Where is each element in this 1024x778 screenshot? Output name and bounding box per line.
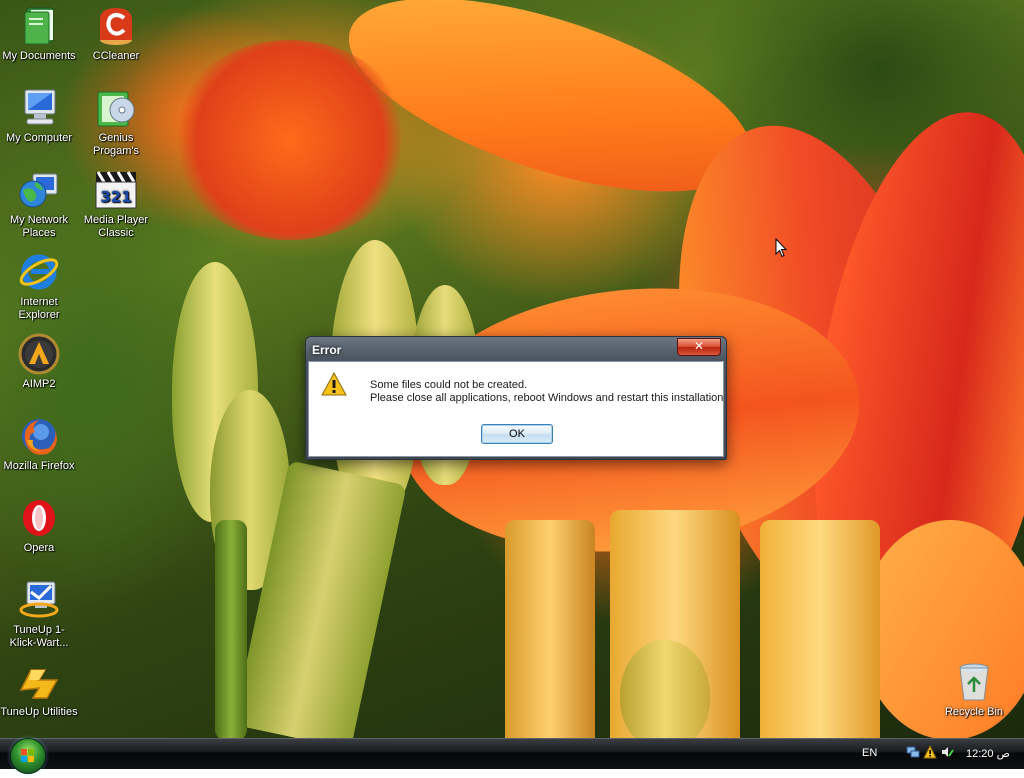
desktop-icon-label: Opera: [23, 542, 55, 554]
dialog-message-line-2: Please close all applications, reboot Wi…: [370, 392, 724, 404]
desktop-icon-opera[interactable]: Opera: [0, 496, 78, 555]
desktop-icon-mozilla-firefox[interactable]: Mozilla Firefox: [0, 414, 78, 473]
recycle-bin-icon: [952, 660, 996, 704]
desktop-icon-label: My Documents: [2, 50, 76, 62]
desktop-icon-tuneup-utilities[interactable]: TuneUp Utilities: [0, 660, 78, 719]
desktop-icon-tuneup-1-klick[interactable]: TuneUp 1-Klick-Wart...: [0, 578, 78, 650]
close-button[interactable]: ✕: [677, 338, 721, 356]
desktop-icon-label: Media Player Classic: [83, 214, 149, 239]
desktop-icon-aimp2[interactable]: AIMP2: [0, 332, 78, 391]
tuneup-wartung-icon: [17, 578, 61, 622]
system-tray: [906, 744, 954, 759]
clock[interactable]: 12:20 ص: [966, 747, 1010, 760]
warning-icon: [321, 371, 347, 396]
taskbar: EN 12:20 ص: [0, 738, 1024, 774]
dialog-message-line-1: Some files could not be created.: [370, 379, 528, 391]
desktop-icon-genius-programs[interactable]: Genius Progam's: [77, 86, 155, 158]
network-globe-icon: [17, 168, 61, 212]
tuneup-utilities-icon: [17, 660, 61, 704]
genius-program-icon: [94, 86, 138, 130]
desktop-icon-label: TuneUp 1-Klick-Wart...: [9, 624, 69, 649]
internet-explorer-icon: [17, 250, 61, 294]
desktop-icon-my-computer[interactable]: My Computer: [0, 86, 78, 145]
wallpaper-stamen: [760, 520, 880, 738]
firefox-icon: [17, 414, 61, 458]
wallpaper-petal: [170, 40, 410, 240]
opera-icon: [17, 496, 61, 540]
wallpaper-stamen: [505, 520, 595, 738]
volume-tray-icon[interactable]: [940, 745, 954, 759]
mouse-cursor-icon: [775, 237, 788, 258]
start-button[interactable]: [10, 738, 46, 774]
computer-icon: [17, 86, 61, 130]
dialog-title: Error: [312, 343, 342, 357]
desktop-icon-label: My Network Places: [9, 214, 69, 239]
desktop-icon-internet-explorer[interactable]: Internet Explorer: [0, 250, 78, 322]
desktop-icon-label: Internet Explorer: [18, 296, 60, 321]
error-dialog: Error ✕ Some files could not be created.…: [305, 336, 727, 460]
dialog-body: Some files could not be created. Please …: [308, 361, 724, 457]
desktop-icon-media-player-classic[interactable]: 321 Media Player Classic: [77, 168, 155, 240]
aimp-icon: [17, 332, 61, 376]
security-warning-tray-icon[interactable]: [923, 744, 937, 759]
desktop-icon-label: Mozilla Firefox: [3, 460, 75, 472]
media-player-classic-icon: 321: [94, 168, 138, 212]
desktop-icon-recycle-bin[interactable]: Recycle Bin: [935, 660, 1013, 719]
desktop-icon-label: CCleaner: [92, 50, 140, 62]
desktop-icon-my-network-places[interactable]: My Network Places: [0, 168, 78, 240]
desktop-icon-my-documents[interactable]: My Documents: [0, 4, 78, 63]
wallpaper-stem: [215, 520, 247, 738]
desktop-icon-label: AIMP2: [22, 378, 56, 390]
ok-button[interactable]: OK: [481, 424, 553, 444]
desktop-icon-label: TuneUp Utilities: [0, 706, 78, 718]
network-tray-icon[interactable]: [906, 745, 920, 759]
desktop-icon-label: Recycle Bin: [944, 706, 1004, 718]
ccleaner-icon: [94, 4, 138, 48]
desktop-icon-label: My Computer: [5, 132, 73, 144]
desktop-icon-ccleaner[interactable]: CCleaner: [77, 4, 155, 63]
close-icon: ✕: [693, 339, 705, 353]
svg-text:321: 321: [100, 188, 131, 206]
language-indicator[interactable]: EN: [862, 747, 877, 759]
folder-documents-icon: [17, 4, 61, 48]
desktop-icon-label: Genius Progam's: [92, 132, 140, 157]
